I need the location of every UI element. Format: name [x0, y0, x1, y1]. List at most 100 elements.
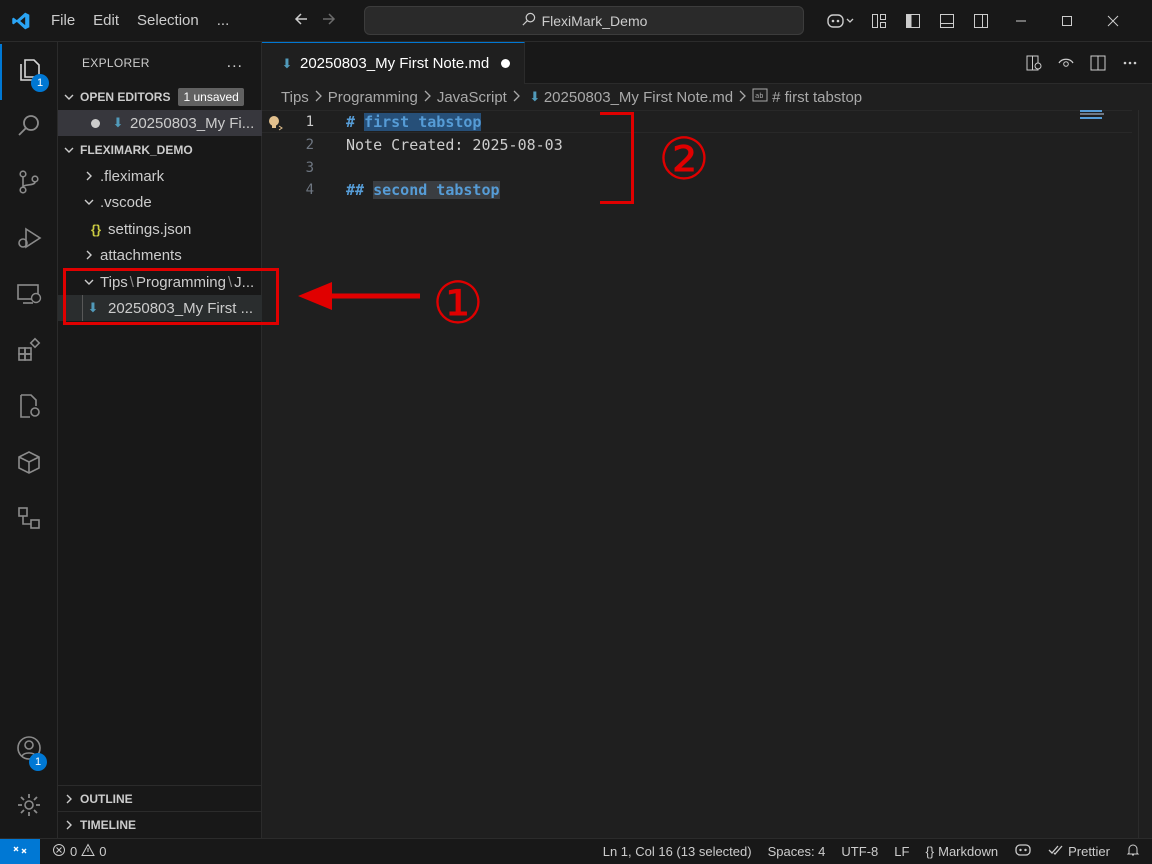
notifications[interactable]: [1118, 839, 1152, 864]
prettier-label: Prettier: [1068, 844, 1110, 859]
title-bar-actions: [818, 0, 1136, 42]
maximize-icon[interactable]: [1044, 0, 1090, 42]
close-icon[interactable]: [1090, 0, 1136, 42]
tab-title: 20250803_My First Note.md: [300, 55, 490, 72]
svg-text:ab: ab: [755, 92, 763, 100]
project-label: FLEXIMARK_DEMO: [80, 143, 193, 157]
breadcrumb-item[interactable]: # first tabstop: [772, 89, 862, 106]
tree-item-attachments[interactable]: attachments: [58, 242, 262, 268]
open-editor-item[interactable]: ⬇ 20250803_My Fi...: [58, 110, 262, 136]
manage-activity[interactable]: [0, 779, 58, 835]
language-mode[interactable]: {} Markdown: [917, 839, 1006, 864]
breadcrumb-item[interactable]: JavaScript: [437, 89, 507, 106]
code-editor[interactable]: 1 # first tabstop 2 Note Created: 2025-0…: [262, 110, 1152, 838]
activity-bar: 1 1: [0, 42, 58, 838]
extensions-activity[interactable]: [0, 324, 58, 380]
json-icon: {}: [90, 221, 102, 237]
more-actions-icon[interactable]: [1114, 42, 1146, 84]
open-preview-side-icon[interactable]: [1018, 42, 1050, 84]
indentation[interactable]: Spaces: 4: [760, 839, 834, 864]
outline-section[interactable]: OUTLINE: [58, 785, 262, 811]
code-text: # first tabstop: [346, 112, 482, 131]
open-editor-file: 20250803_My Fi...: [130, 114, 255, 132]
explorer-title: EXPLORER: [82, 56, 150, 70]
unsaved-dot-icon[interactable]: [91, 118, 100, 128]
split-editor-icon[interactable]: [1082, 42, 1114, 84]
remote-indicator[interactable]: [0, 838, 40, 864]
accounts-activity[interactable]: 1: [0, 722, 58, 778]
breadcrumb-item[interactable]: 20250803_My First Note.md: [544, 89, 733, 106]
copilot-status[interactable]: [1006, 839, 1040, 864]
unsaved-dot-icon[interactable]: [501, 59, 511, 68]
prettier-status[interactable]: Prettier: [1040, 839, 1118, 864]
explorer-badge: 1: [31, 74, 49, 92]
vscode-window: File Edit Selection ... FlexiMark_Demo 1…: [0, 0, 1152, 864]
line-number: 2: [305, 136, 314, 153]
chevron-right-icon: [78, 171, 100, 181]
symbol-string-icon: ab: [752, 88, 768, 106]
menu-edit[interactable]: Edit: [84, 0, 128, 42]
search-activity[interactable]: [0, 100, 58, 156]
error-count: 0: [70, 844, 78, 859]
diagram-icon: [15, 504, 43, 537]
folder-label: .vscode: [100, 193, 152, 211]
remote-explorer-icon: [15, 280, 43, 313]
forward-arrow-icon[interactable]: [320, 10, 338, 33]
tree-item-vscode[interactable]: .vscode: [58, 189, 262, 215]
customize-layout-icon[interactable]: [862, 0, 896, 42]
remote-icon: [12, 842, 28, 861]
menu-file[interactable]: File: [42, 0, 84, 42]
command-center-search[interactable]: FlexiMark_Demo: [364, 6, 804, 35]
search-icon: [15, 112, 43, 145]
toggle-sidebar-icon[interactable]: [896, 0, 930, 42]
annotation-box-1: [63, 268, 279, 325]
double-check-icon: [1048, 844, 1064, 859]
heading-marker: #: [346, 112, 356, 131]
breadcrumb-item[interactable]: Tips: [281, 89, 309, 106]
editor-tab[interactable]: ⬇ 20250803_My First Note.md: [262, 42, 525, 84]
diagram-activity[interactable]: [0, 492, 58, 548]
folder-label: attachments: [100, 246, 182, 264]
heading-text: second tabstop: [373, 180, 500, 199]
annotation-arrow: [298, 280, 422, 317]
breadcrumb-item[interactable]: Programming: [328, 89, 418, 106]
explorer-more-button[interactable]: ...: [227, 54, 243, 72]
containers-activity[interactable]: [0, 436, 58, 492]
testing-activity[interactable]: [0, 380, 58, 436]
annotation-number-1: ①: [432, 269, 484, 337]
warning-icon: [81, 843, 96, 860]
nav-arrows: [292, 0, 338, 42]
chevron-right-icon: [423, 89, 432, 106]
minimap[interactable]: [1080, 110, 1140, 150]
breadcrumb: Tips Programming JavaScript ⬇ 20250803_M…: [262, 84, 1152, 110]
vertical-scrollbar[interactable]: [1138, 110, 1152, 838]
line-number: 3: [305, 159, 314, 176]
back-arrow-icon[interactable]: [292, 10, 310, 33]
explorer-activity[interactable]: 1: [0, 44, 58, 100]
encoding[interactable]: UTF-8: [833, 839, 886, 864]
tree-item-fleximark[interactable]: .fleximark: [58, 163, 262, 189]
toggle-panel-icon[interactable]: [930, 0, 964, 42]
editor-tab-bar: ⬇ 20250803_My First Note.md: [262, 42, 1152, 84]
timeline-section[interactable]: TIMELINE: [58, 811, 262, 837]
chevron-down-icon: [58, 92, 80, 102]
problems-indicator[interactable]: 0 0: [40, 839, 114, 864]
source-control-activity[interactable]: [0, 156, 58, 212]
copilot-icon[interactable]: [818, 0, 862, 42]
project-section[interactable]: FLEXIMARK_DEMO: [58, 137, 262, 163]
open-editors-section[interactable]: OPEN EDITORS 1 unsaved: [58, 84, 262, 110]
toggle-secondary-sidebar-icon[interactable]: [964, 0, 998, 42]
code-text: Note Created: 2025-08-03: [346, 135, 563, 154]
run-debug-activity[interactable]: [0, 212, 58, 268]
menu-selection[interactable]: Selection: [128, 0, 208, 42]
editor-actions: [1018, 42, 1146, 84]
minimize-icon[interactable]: [998, 0, 1044, 42]
eye-icon[interactable]: [1050, 42, 1082, 84]
unsaved-badge: 1 unsaved: [178, 88, 244, 106]
remote-explorer-activity[interactable]: [0, 268, 58, 324]
cursor-position[interactable]: Ln 1, Col 16 (13 selected): [595, 839, 760, 864]
menu-more[interactable]: ...: [208, 0, 239, 42]
end-of-line[interactable]: LF: [886, 839, 917, 864]
tree-item-settings[interactable]: {} settings.json: [58, 216, 262, 242]
explorer-header: EXPLORER ...: [58, 42, 261, 84]
